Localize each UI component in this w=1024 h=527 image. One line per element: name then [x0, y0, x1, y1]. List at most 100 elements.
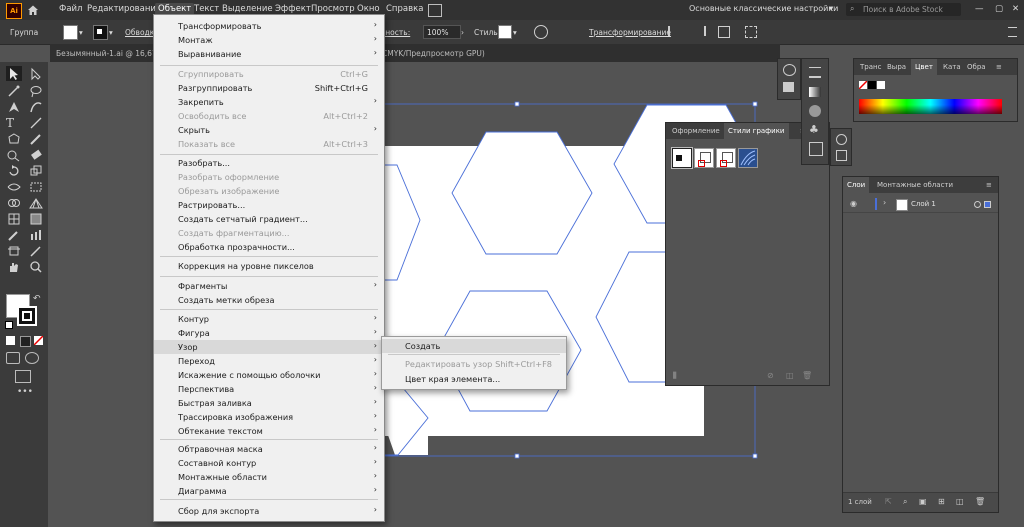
menu-item[interactable]: Узор ›: [154, 340, 384, 354]
color-white-swatch[interactable]: [877, 81, 885, 89]
swatches-icon[interactable]: [783, 82, 794, 92]
panel-menu-icon[interactable]: ≡: [986, 181, 992, 189]
layer-name[interactable]: Слой 1: [911, 200, 936, 208]
menu-item[interactable]: Создать сетчатый градиент...: [154, 212, 384, 226]
stroke-panel-icon[interactable]: [809, 67, 821, 78]
tab-appearance[interactable]: Оформление: [672, 127, 720, 135]
menu-item-label: Разгруппировать: [178, 83, 253, 93]
appearance-panel-icon[interactable]: ♣: [809, 123, 819, 136]
tab-artboards[interactable]: Монтажные области: [877, 181, 953, 189]
menu-item[interactable]: Разгруппировать Shift+Ctrl+G: [154, 81, 384, 95]
menu-item[interactable]: Трассировка изображения ›: [154, 410, 384, 424]
tab-layers[interactable]: Слои: [843, 177, 870, 193]
menu-item[interactable]: Обработка прозрачности...: [154, 240, 384, 254]
menu-item-label: Трансформировать: [178, 21, 262, 31]
new-style-icon[interactable]: ◫: [786, 371, 794, 380]
menu-item[interactable]: Растрировать...: [154, 198, 384, 212]
submenu-arrow-icon: ›: [373, 48, 377, 57]
style-swatch-3[interactable]: [716, 148, 736, 168]
clipping-mask-icon[interactable]: ▣: [919, 497, 927, 506]
menu-item[interactable]: Скрыть ›: [154, 123, 384, 137]
new-layer-icon[interactable]: ◫: [956, 497, 964, 506]
menu-item[interactable]: Сбор для экспорта ›: [154, 504, 384, 518]
submenu-item-label: Цвет края элемента...: [405, 374, 501, 384]
submenu-item-shortcut: Shift+Ctrl+F8: [495, 359, 552, 369]
menu-item[interactable]: Монтаж ›: [154, 33, 384, 47]
submenu-arrow-icon: ›: [373, 397, 377, 406]
menu-item[interactable]: Обтравочная маска ›: [154, 442, 384, 456]
layer-row[interactable]: ◉ › Слой 1: [843, 196, 998, 213]
menu-item[interactable]: Фрагменты ›: [154, 279, 384, 293]
export-icon[interactable]: ⇱: [885, 497, 892, 506]
menu-item-label: Контур: [178, 314, 209, 324]
delete-layer-icon[interactable]: 🗑: [975, 497, 985, 506]
graphic-styles-panel-icon[interactable]: [809, 142, 823, 156]
menu-separator: [160, 276, 378, 277]
tab-transparency[interactable]: Транс: [860, 63, 881, 71]
handle-top-middle[interactable]: [514, 101, 520, 107]
tab-catalog[interactable]: Ката: [943, 63, 961, 71]
tab-align[interactable]: Выра: [887, 63, 906, 71]
style-libraries-icon[interactable]: ⫼: [673, 371, 677, 381]
color-black-swatch[interactable]: [868, 81, 876, 89]
new-sublayer-icon[interactable]: ⊞: [938, 497, 945, 506]
menu-item-label: Коррекция на уровне пикселов: [178, 261, 314, 271]
menu-item[interactable]: Быстрая заливка ›: [154, 396, 384, 410]
tab-style[interactable]: Обра: [967, 63, 986, 71]
handle-bottom-right[interactable]: [752, 453, 758, 459]
artboards-dock-icon[interactable]: [836, 150, 847, 161]
menu-item[interactable]: Составной контур ›: [154, 456, 384, 470]
visibility-eye-icon[interactable]: ◉: [850, 199, 857, 208]
delete-style-icon[interactable]: 🗑: [802, 371, 812, 380]
menu-item[interactable]: Искажение с помощью оболочки ›: [154, 368, 384, 382]
menu-separator: [160, 499, 378, 500]
menu-item[interactable]: Контур ›: [154, 312, 384, 326]
panel-menu-icon[interactable]: ≡: [996, 63, 1002, 71]
menu-item[interactable]: Обтекание текстом ›: [154, 424, 384, 438]
hexagon-bottom-left: [382, 380, 428, 455]
symbols-icon[interactable]: [783, 64, 796, 76]
submenu-arrow-icon: ›: [373, 34, 377, 43]
menu-item[interactable]: Монтажные области ›: [154, 470, 384, 484]
menu-item-label: Сбор для экспорта: [178, 506, 260, 516]
menu-item[interactable]: Фигура ›: [154, 326, 384, 340]
submenu-arrow-icon: ›: [373, 369, 377, 378]
submenu-arrow-icon: ›: [373, 485, 377, 494]
menu-item[interactable]: Переход ›: [154, 354, 384, 368]
menu-item[interactable]: Диаграмма ›: [154, 484, 384, 498]
menu-item: Сгруппировать Ctrl+G: [154, 67, 384, 81]
menu-item-label: Разобрать оформление: [178, 172, 280, 182]
handle-bottom-middle[interactable]: [514, 453, 520, 459]
gradient-panel-icon[interactable]: [809, 87, 821, 97]
submenu-arrow-icon: ›: [373, 505, 377, 514]
menu-item[interactable]: Перспектива ›: [154, 382, 384, 396]
pattern-submenu: Создать Редактировать узор Shift+Ctrl+F8 Цв…: [381, 336, 567, 390]
tab-graphic-styles[interactable]: Стили графики: [724, 123, 789, 139]
menu-item-label: Создать метки обреза: [178, 295, 275, 305]
selection-square-icon[interactable]: [984, 201, 991, 208]
menu-item[interactable]: Выравнивание ›: [154, 47, 384, 61]
transparency-panel-icon[interactable]: [809, 105, 821, 117]
color-spectrum-bar[interactable]: [859, 99, 1002, 114]
expand-chevron-icon[interactable]: ›: [883, 198, 886, 207]
style-swatch-4[interactable]: [738, 148, 758, 168]
tab-color[interactable]: Цвет: [911, 59, 937, 75]
target-circle-icon[interactable]: [974, 201, 981, 208]
menu-item[interactable]: Разобрать...: [154, 156, 384, 170]
color-none-icon[interactable]: [858, 80, 868, 90]
submenu-item[interactable]: Цвет края элемента...: [382, 372, 566, 386]
handle-top-right[interactable]: [752, 101, 758, 107]
locate-object-icon[interactable]: ⌕: [903, 497, 907, 507]
break-link-icon[interactable]: ⊘: [767, 371, 774, 380]
layers-dock-icon[interactable]: [836, 134, 847, 145]
menu-item-label: Монтажные области: [178, 472, 267, 482]
menu-item[interactable]: Трансформировать ›: [154, 19, 384, 33]
menu-item-label: Скрыть: [178, 125, 210, 135]
menu-item[interactable]: Коррекция на уровне пикселов: [154, 259, 384, 273]
menu-item-label: Обтекание текстом: [178, 426, 263, 436]
menu-item[interactable]: Создать метки обреза: [154, 293, 384, 307]
style-swatch-2[interactable]: [694, 148, 714, 168]
submenu-item[interactable]: Создать: [382, 339, 566, 353]
style-swatch-default[interactable]: [672, 148, 692, 168]
menu-item[interactable]: Закрепить ›: [154, 95, 384, 109]
